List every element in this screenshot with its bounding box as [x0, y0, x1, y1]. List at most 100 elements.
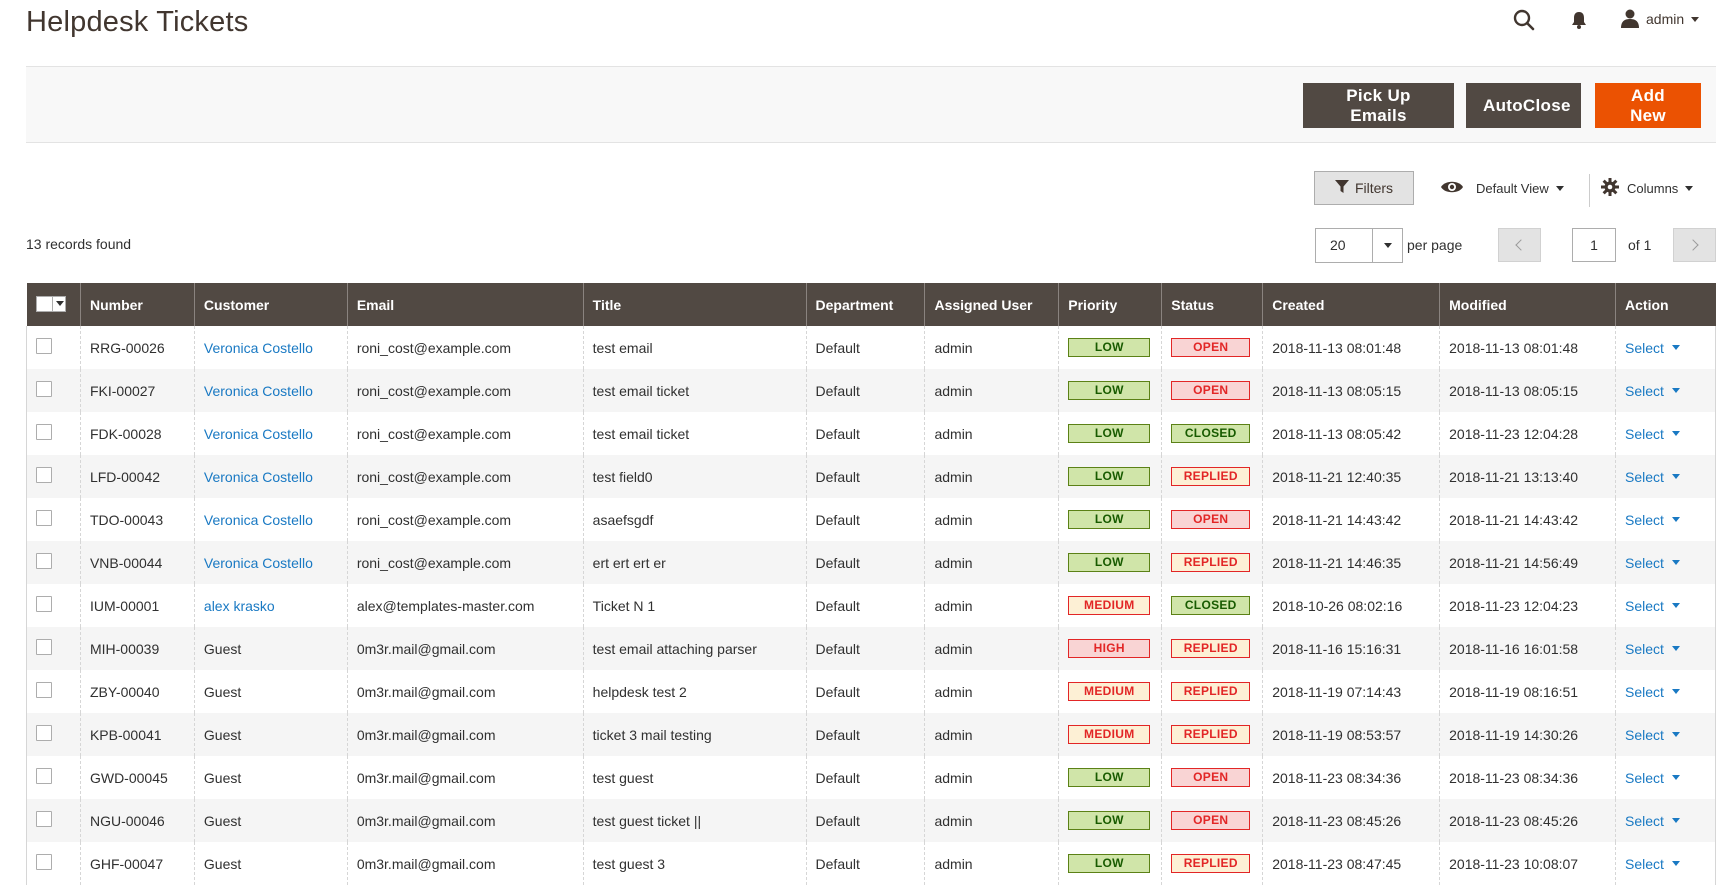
- ticket-number: RRG-00026: [79, 326, 195, 369]
- column-header-priority[interactable]: Priority: [1058, 283, 1162, 326]
- row-action-select[interactable]: Select: [1625, 383, 1680, 399]
- customer-name: Guest: [203, 640, 242, 657]
- columns-dropdown[interactable]: Columns: [1601, 175, 1694, 201]
- row-checkbox[interactable]: [36, 381, 52, 397]
- table-row[interactable]: TDO-00043 Veronica Costello roni_cost@exam…: [26, 498, 1716, 541]
- per-page-value: 20: [1330, 237, 1346, 253]
- table-row[interactable]: NGU-00046 Guest 0m3r.mail@gmail.com test gu…: [26, 799, 1716, 842]
- table-row[interactable]: VNB-00044 Veronica Costello roni_cost@exam…: [26, 541, 1716, 584]
- priority-cell: LOW: [1058, 369, 1162, 412]
- row-checkbox[interactable]: [36, 596, 52, 612]
- ticket-email: 0m3r.mail@gmail.com: [346, 799, 584, 842]
- ticket-email: 0m3r.mail@gmail.com: [346, 842, 584, 885]
- search-icon[interactable]: [1512, 8, 1536, 32]
- status-badge: OPEN: [1171, 381, 1251, 400]
- column-header-customer[interactable]: Customer: [193, 283, 348, 326]
- row-action-select[interactable]: Select: [1625, 512, 1680, 528]
- table-row[interactable]: ZBY-00040 Guest 0m3r.mail@gmail.com helpdes…: [26, 670, 1716, 713]
- row-action-select[interactable]: Select: [1625, 555, 1680, 571]
- row-action-select[interactable]: Select: [1625, 813, 1680, 829]
- default-view-dropdown[interactable]: Default View: [1440, 175, 1564, 201]
- notifications-bell-icon[interactable]: [1568, 9, 1590, 31]
- column-header-email[interactable]: Email: [346, 283, 584, 326]
- row-action-label: Select: [1625, 769, 1664, 786]
- row-checkbox[interactable]: [36, 854, 52, 870]
- status-cell: REPLIED: [1161, 627, 1263, 670]
- row-action-select[interactable]: Select: [1625, 340, 1680, 356]
- column-header-modified[interactable]: Modified: [1439, 283, 1616, 326]
- per-page-select[interactable]: 20: [1315, 228, 1403, 263]
- table-row[interactable]: FDK-00028 Veronica Costello roni_cost@exam…: [26, 412, 1716, 455]
- row-checkbox[interactable]: [36, 510, 52, 526]
- table-row[interactable]: RRG-00026 Veronica Costello roni_cost@exam…: [26, 326, 1716, 369]
- ticket-department: Default: [805, 756, 925, 799]
- row-action-select[interactable]: Select: [1625, 426, 1680, 442]
- row-checkbox-cell: [26, 627, 81, 670]
- ticket-department: Default: [805, 670, 925, 713]
- row-checkbox[interactable]: [36, 553, 52, 569]
- customer-name[interactable]: Veronica Costello: [204, 469, 313, 485]
- chevron-down-icon: [1685, 185, 1694, 191]
- ticket-modified: 2018-11-13 08:05:15: [1439, 369, 1616, 412]
- customer-cell: Veronica Costello: [193, 455, 348, 498]
- customer-name[interactable]: Veronica Costello: [204, 512, 313, 528]
- column-header-created[interactable]: Created: [1262, 283, 1440, 326]
- row-action-select[interactable]: Select: [1625, 598, 1680, 614]
- grid-header-row: Number Customer Email Title Department A…: [26, 283, 1716, 326]
- page-number-input[interactable]: 1: [1572, 228, 1616, 262]
- add-new-button[interactable]: Add New: [1595, 83, 1701, 128]
- eye-icon: [1440, 179, 1464, 198]
- customer-name[interactable]: Veronica Costello: [204, 426, 313, 442]
- customer-name[interactable]: Veronica Costello: [204, 555, 313, 571]
- column-header-number[interactable]: Number: [79, 283, 195, 326]
- column-header-status[interactable]: Status: [1161, 283, 1263, 326]
- ticket-number: TDO-00043: [79, 498, 195, 541]
- column-header-assigned-user[interactable]: Assigned User: [924, 283, 1059, 326]
- table-row[interactable]: MIH-00039 Guest 0m3r.mail@gmail.com test em…: [26, 627, 1716, 670]
- previous-page-button[interactable]: [1498, 228, 1541, 262]
- column-header-department[interactable]: Department: [805, 283, 925, 326]
- row-checkbox[interactable]: [36, 768, 52, 784]
- table-row[interactable]: LFD-00042 Veronica Costello roni_cost@exam…: [26, 455, 1716, 498]
- autoclose-button[interactable]: AutoClose: [1466, 83, 1581, 128]
- row-checkbox[interactable]: [36, 338, 52, 354]
- table-row[interactable]: GHF-00047 Guest 0m3r.mail@gmail.com test gu…: [26, 842, 1716, 885]
- pick-up-emails-button[interactable]: Pick Up Emails: [1303, 83, 1454, 128]
- customer-name[interactable]: alex krasko: [204, 598, 275, 614]
- row-checkbox[interactable]: [36, 467, 52, 483]
- customer-name[interactable]: Veronica Costello: [204, 340, 313, 356]
- status-cell: REPLIED: [1161, 455, 1263, 498]
- row-checkbox[interactable]: [36, 639, 52, 655]
- ticket-number: NGU-00046: [79, 799, 195, 842]
- next-page-button[interactable]: [1673, 228, 1716, 262]
- row-action-select[interactable]: Select: [1625, 727, 1680, 743]
- status-badge: OPEN: [1171, 510, 1251, 529]
- action-cell: Select: [1615, 412, 1716, 455]
- column-header-title[interactable]: Title: [582, 283, 807, 326]
- row-action-select[interactable]: Select: [1625, 770, 1680, 786]
- per-page-dropdown-button[interactable]: [1372, 229, 1402, 262]
- row-checkbox[interactable]: [36, 682, 52, 698]
- table-row[interactable]: KPB-00041 Guest 0m3r.mail@gmail.com ticket …: [26, 713, 1716, 756]
- status-badge: REPLIED: [1171, 553, 1251, 572]
- ticket-number: FKI-00027: [79, 369, 195, 412]
- table-row[interactable]: IUM-00001 alex krasko alex@templates-maste…: [26, 584, 1716, 627]
- user-menu[interactable]: admin: [1620, 6, 1700, 32]
- filters-button[interactable]: Filters: [1314, 171, 1414, 205]
- row-checkbox[interactable]: [36, 725, 52, 741]
- mass-select-dropdown[interactable]: [35, 295, 66, 312]
- row-action-select[interactable]: Select: [1625, 856, 1680, 872]
- row-checkbox[interactable]: [36, 811, 52, 827]
- priority-badge: MEDIUM: [1068, 725, 1151, 744]
- ticket-created: 2018-11-19 08:53:57: [1262, 713, 1440, 756]
- row-checkbox[interactable]: [36, 424, 52, 440]
- customer-name[interactable]: Veronica Costello: [204, 383, 313, 399]
- row-action-select[interactable]: Select: [1625, 684, 1680, 700]
- row-action-select[interactable]: Select: [1625, 641, 1680, 657]
- mass-select-header[interactable]: [26, 283, 81, 326]
- row-action-select[interactable]: Select: [1625, 469, 1680, 485]
- ticket-department: Default: [805, 412, 925, 455]
- table-row[interactable]: FKI-00027 Veronica Costello roni_cost@exam…: [26, 369, 1716, 412]
- table-row[interactable]: GWD-00045 Guest 0m3r.mail@gmail.com test gu…: [26, 756, 1716, 799]
- chevron-down-icon: [55, 301, 64, 306]
